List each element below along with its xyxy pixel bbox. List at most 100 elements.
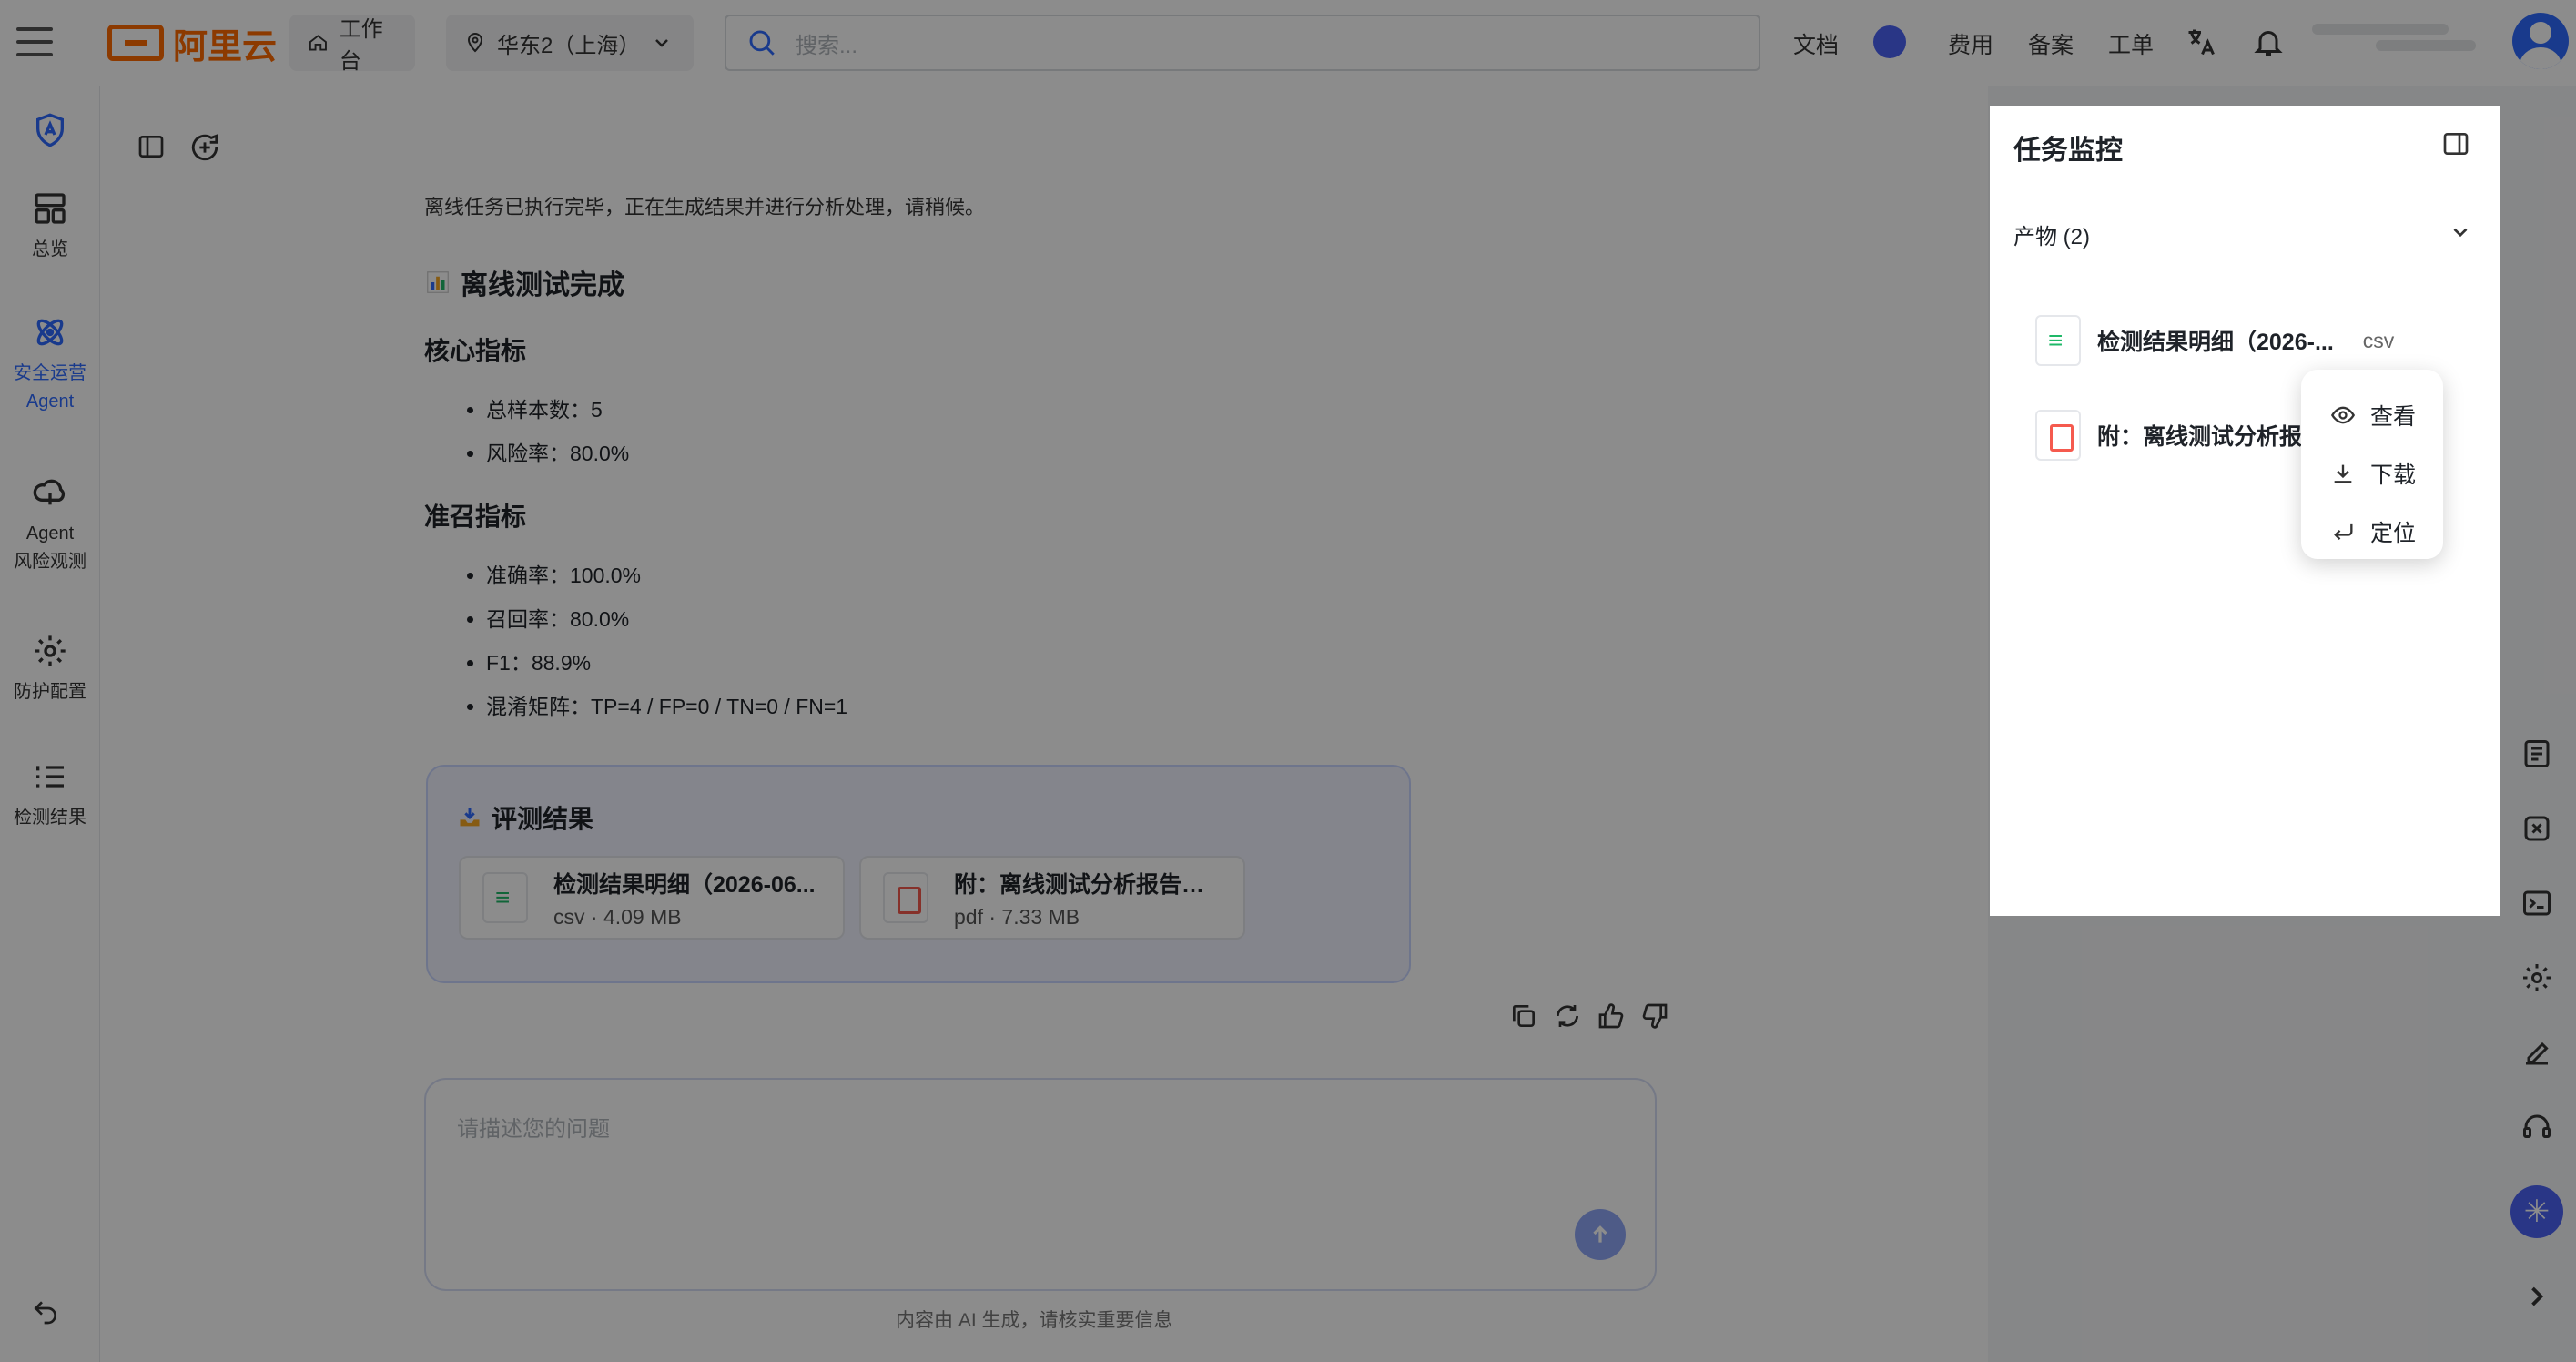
list-item: 准确率：100.0% bbox=[486, 554, 1425, 597]
file-meta: csv · 4.09 MB bbox=[553, 904, 682, 929]
thumbs-up-icon[interactable] bbox=[1597, 1001, 1626, 1031]
arrow-up-icon bbox=[1593, 1225, 1607, 1243]
icp-link[interactable]: 备案 bbox=[2028, 27, 2074, 60]
bell-icon[interactable] bbox=[2252, 25, 2285, 58]
bar-chart-icon bbox=[427, 271, 449, 293]
core-metrics: 总样本数：5 风险率：80.0% bbox=[424, 388, 1425, 475]
top-bar: 阿里云 工作台 华东2（上海） 搜索... 文档 费用 备案 工单 bbox=[0, 0, 2576, 86]
shield-a-icon bbox=[36, 113, 64, 147]
eval-title-text: 评测结果 bbox=[492, 805, 594, 833]
avatar[interactable] bbox=[2512, 13, 2569, 69]
rail-item-results[interactable]: 检测结果 bbox=[0, 758, 100, 832]
headset-icon[interactable] bbox=[2520, 1111, 2553, 1143]
location-icon bbox=[467, 33, 483, 53]
chevron-down-icon bbox=[655, 39, 669, 47]
status-note: 离线任务已执行完毕，正在生成结果并进行分析处理，请稍候。 bbox=[424, 196, 986, 219]
menu-item-locate[interactable]: 定位 bbox=[2301, 503, 2443, 561]
eye-icon bbox=[2330, 406, 2356, 424]
copy-icon[interactable] bbox=[1509, 1001, 1538, 1031]
rail-item-overview[interactable]: 总览 bbox=[0, 190, 100, 264]
menu-item-view[interactable]: 查看 bbox=[2301, 386, 2443, 444]
dashboard-icon bbox=[35, 193, 66, 224]
left-rail: 总览 安全运营 Agent Agent 风险观测 防护配置 检测结果 bbox=[0, 86, 100, 1362]
file-card-pdf[interactable]: 附：离线测试分析报告（2... pdf · 7.33 MB bbox=[859, 856, 1245, 940]
artifact-item-csv[interactable]: 检测结果明细（2026-... csv bbox=[2035, 315, 2394, 366]
settings-icon[interactable] bbox=[2520, 961, 2553, 994]
list-item: 混淆矩阵：TP=4 / FP=0 / TN=0 / FN=1 bbox=[486, 685, 1425, 728]
eval-result-card: 评测结果 检测结果明细（2026-06... csv · 4.09 MB 附：离… bbox=[426, 765, 1411, 983]
region-selector[interactable]: 华东2（上海） bbox=[446, 15, 694, 71]
composer-placeholder: 请描述您的问题 bbox=[457, 1117, 610, 1142]
panel-title: 任务监控 bbox=[2013, 136, 2123, 166]
terminal-icon[interactable] bbox=[2520, 887, 2553, 920]
download-icon bbox=[2334, 464, 2352, 483]
docs-link[interactable]: 文档 bbox=[1793, 27, 1839, 60]
file-name: 检测结果明细（2026-06... bbox=[553, 871, 816, 898]
rail-label: Agent 风险观测 bbox=[14, 523, 86, 572]
artifacts-section-header[interactable]: 产物 (2) bbox=[2013, 219, 2090, 250]
edit-icon[interactable] bbox=[2520, 1036, 2553, 1069]
receipt-icon[interactable] bbox=[2520, 737, 2553, 770]
search-icon bbox=[749, 30, 775, 56]
file-name: 附：离线测试分析报告（2... bbox=[954, 871, 1227, 898]
list-item: F1：88.9% bbox=[486, 641, 1425, 685]
api-icon[interactable] bbox=[2520, 812, 2553, 845]
billing-link[interactable]: 费用 bbox=[1948, 27, 1993, 60]
brand-logo[interactable]: 阿里云 bbox=[107, 20, 277, 66]
ticket-link[interactable]: 工单 bbox=[2108, 27, 2154, 60]
rail-label: 安全运营 Agent bbox=[14, 363, 86, 412]
file-meta: pdf · 7.33 MB bbox=[954, 904, 1080, 929]
rail-label: 检测结果 bbox=[14, 808, 86, 828]
cloud-icon bbox=[33, 479, 66, 505]
rail-item-security-agent[interactable]: 安全运营 Agent bbox=[0, 314, 100, 416]
list-item: 风险率：80.0% bbox=[486, 432, 1425, 475]
menu-icon[interactable] bbox=[15, 24, 55, 60]
result-title-text: 离线测试完成 bbox=[461, 270, 624, 300]
artifact-ext: csv bbox=[2362, 328, 2395, 352]
undo-icon[interactable] bbox=[31, 1297, 60, 1326]
assistant-star-icon[interactable] bbox=[1873, 25, 1906, 58]
new-chat-icon[interactable] bbox=[189, 132, 220, 163]
search-input[interactable]: 搜索... bbox=[725, 15, 1760, 71]
thumbs-down-icon[interactable] bbox=[1640, 1001, 1669, 1031]
artifact-context-menu: 查看 下载 定位 bbox=[2301, 370, 2443, 559]
list-item: 召回率：80.0% bbox=[486, 597, 1425, 641]
file-card-csv[interactable]: 检测结果明细（2026-06... csv · 4.09 MB bbox=[459, 856, 845, 940]
menu-item-download[interactable]: 下载 bbox=[2301, 444, 2443, 503]
ai-assistant-icon[interactable]: ✳ bbox=[2510, 1185, 2563, 1238]
atom-icon bbox=[36, 319, 64, 346]
account-info[interactable] bbox=[2312, 18, 2494, 69]
eval-title: 评测结果 bbox=[457, 799, 593, 836]
send-button[interactable] bbox=[1575, 1209, 1626, 1260]
panel-collapse-icon[interactable] bbox=[2441, 129, 2470, 158]
pdf-file-icon bbox=[2035, 410, 2081, 461]
chevron-right-icon[interactable] bbox=[2520, 1280, 2553, 1313]
recall-metrics: 准确率：100.0% 召回率：80.0% F1：88.9% 混淆矩阵：TP=4 … bbox=[424, 554, 1425, 728]
artifact-name: 检测结果明细（2026-... bbox=[2097, 330, 2334, 355]
search-placeholder: 搜索... bbox=[796, 33, 858, 58]
chat-input[interactable]: 请描述您的问题 bbox=[424, 1078, 1657, 1291]
rail-label: 总览 bbox=[32, 239, 68, 259]
chevron-down-icon[interactable] bbox=[2449, 220, 2472, 244]
workbench-label: 工作台 bbox=[339, 17, 383, 74]
ai-disclaimer: 内容由 AI 生成，请核实重要信息 bbox=[896, 1310, 1173, 1331]
aliyun-logo-icon bbox=[107, 25, 164, 61]
rail-label: 防护配置 bbox=[14, 682, 86, 702]
workbench-button[interactable]: 工作台 bbox=[289, 15, 415, 74]
gear-icon bbox=[35, 635, 66, 666]
rail-logo[interactable] bbox=[0, 112, 100, 148]
home-icon bbox=[309, 35, 327, 51]
sidebar-toggle-icon[interactable] bbox=[137, 132, 166, 161]
regenerate-icon[interactable] bbox=[1553, 1001, 1582, 1031]
menu-item-label: 下载 bbox=[2370, 462, 2417, 488]
translate-icon[interactable] bbox=[2185, 25, 2217, 58]
rail-item-risk-observe[interactable]: Agent 风险观测 bbox=[0, 474, 100, 576]
rail-item-protection[interactable]: 防护配置 bbox=[0, 633, 100, 706]
core-heading: 核心指标 bbox=[424, 337, 527, 365]
menu-item-label: 定位 bbox=[2370, 521, 2417, 546]
pdf-file-icon bbox=[883, 872, 928, 923]
csv-file-icon bbox=[482, 872, 528, 923]
region-label: 华东2（上海） bbox=[497, 33, 641, 58]
artifact-item-pdf[interactable]: 附：离线测试分析报告 bbox=[2035, 410, 2325, 461]
list-item: 总样本数：5 bbox=[486, 388, 1425, 432]
